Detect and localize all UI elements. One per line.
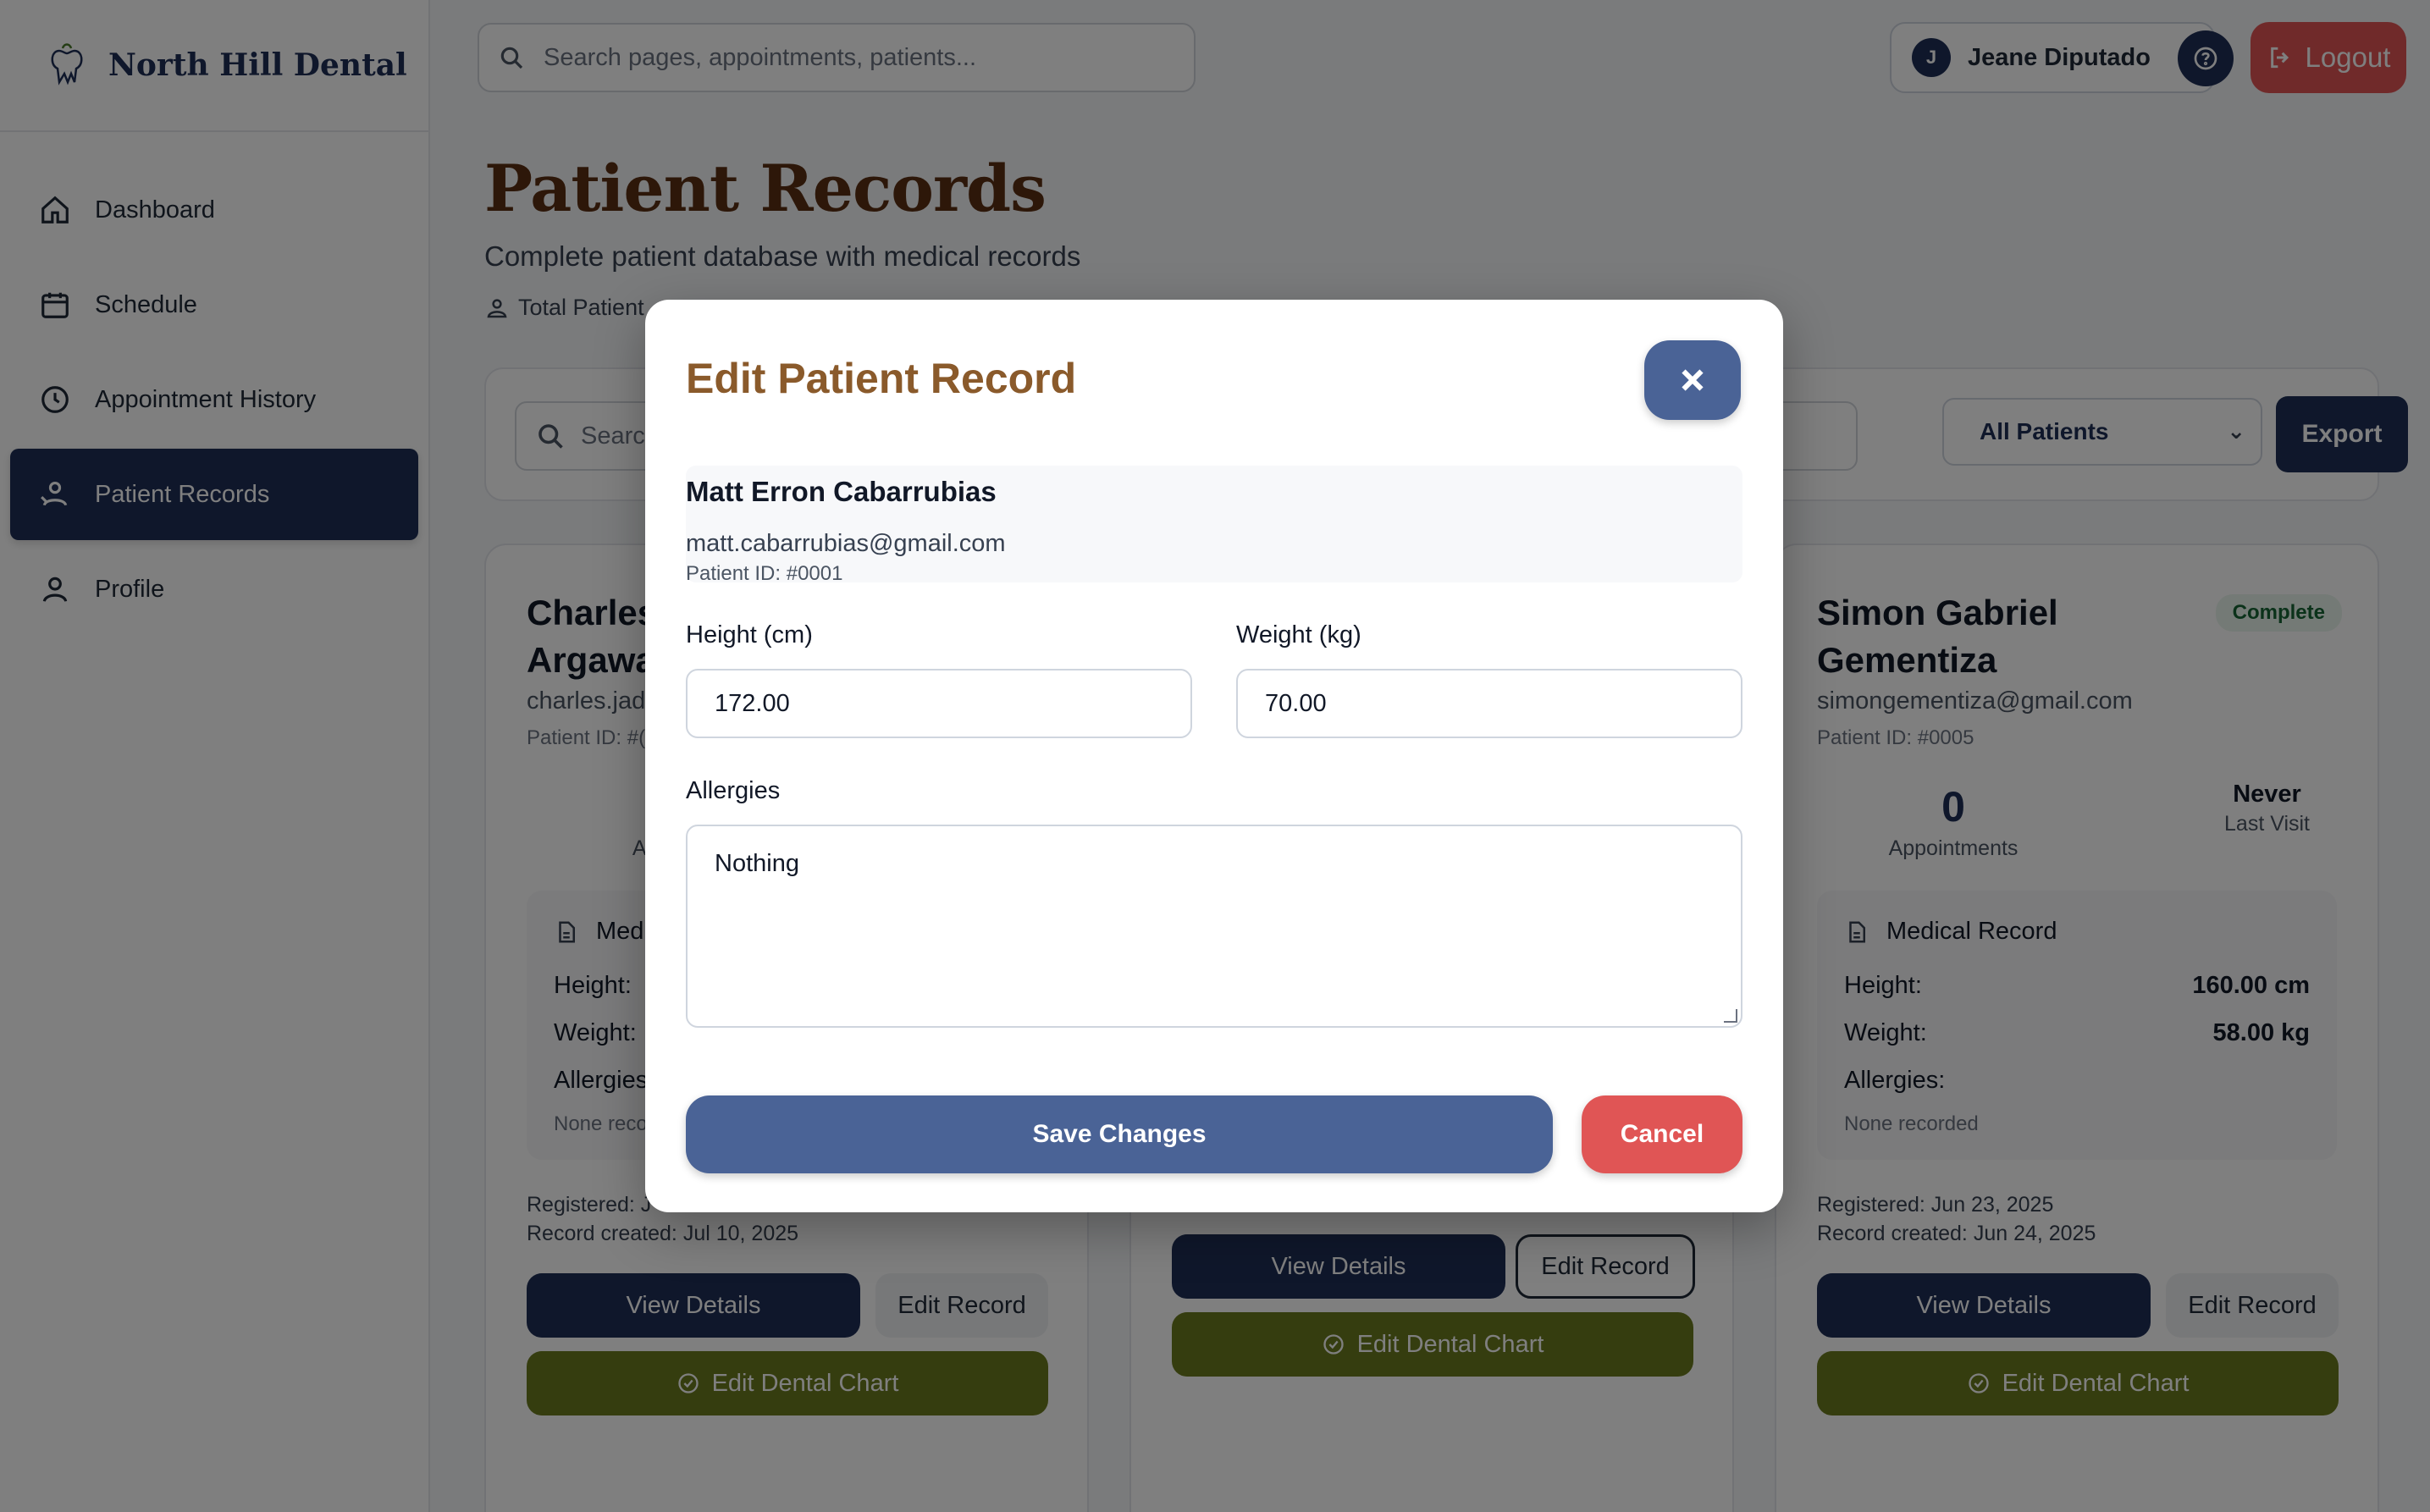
- close-button[interactable]: [1644, 340, 1741, 420]
- cancel-button[interactable]: Cancel: [1582, 1095, 1742, 1173]
- allergies-field-label: Allergies: [686, 777, 781, 804]
- weight-field-label: Weight (kg): [1236, 621, 1361, 648]
- allergies-textarea-value: Nothing: [715, 850, 799, 877]
- modal-patient-id: Patient ID: #0001: [686, 562, 843, 585]
- modal-title: Edit Patient Record: [686, 355, 1077, 402]
- patient-summary: Matt Erron Cabarrubias matt.cabarrubias@…: [686, 466, 1742, 585]
- resize-handle-icon[interactable]: [1724, 1009, 1737, 1023]
- height-field-value: 172.00: [715, 689, 790, 717]
- allergies-textarea[interactable]: Nothing: [686, 825, 1742, 1028]
- height-field[interactable]: 172.00: [686, 669, 1192, 738]
- weight-field[interactable]: 70.00: [1236, 669, 1742, 738]
- close-icon: [1682, 369, 1704, 391]
- height-field-label: Height (cm): [686, 621, 813, 648]
- modal-patient-name: Matt Erron Cabarrubias: [686, 476, 997, 507]
- save-changes-button[interactable]: Save Changes: [686, 1095, 1553, 1173]
- modal-patient-email: matt.cabarrubias@gmail.com: [686, 530, 1006, 557]
- edit-patient-modal: Edit Patient Record Matt Erron Cabarrubi…: [645, 300, 1783, 1212]
- weight-field-value: 70.00: [1265, 689, 1327, 717]
